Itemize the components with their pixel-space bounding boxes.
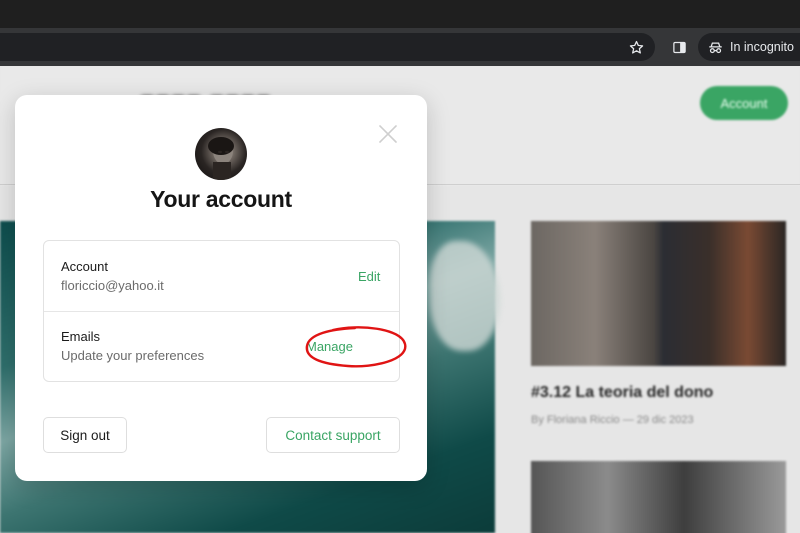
edit-account-link[interactable]: Edit xyxy=(358,269,380,284)
bookmark-star-icon[interactable] xyxy=(625,36,647,58)
account-modal: Your account Account floriccio@yahoo.it … xyxy=(15,95,427,481)
article-byline: By Floriana Riccio — 29 dic 2023 xyxy=(531,414,694,426)
article-title[interactable]: #3.12 La teoria del dono xyxy=(531,384,713,402)
account-email: floriccio@yahoo.it xyxy=(61,278,164,293)
article-thumbnail[interactable] xyxy=(531,221,786,366)
tab-strip xyxy=(0,0,800,28)
sign-out-button[interactable]: Sign out xyxy=(43,417,127,453)
emails-description: Update your preferences xyxy=(61,348,205,363)
article-thumbnail-2[interactable] xyxy=(531,461,786,533)
address-bar[interactable] xyxy=(0,33,655,61)
modal-title: Your account xyxy=(150,186,292,212)
row-divider xyxy=(44,311,399,312)
avatar xyxy=(195,128,247,180)
account-label: Account xyxy=(61,259,108,274)
incognito-icon xyxy=(709,42,722,53)
incognito-indicator[interactable]: In incognito xyxy=(698,33,800,61)
emails-label: Emails xyxy=(61,329,101,344)
contact-support-button[interactable]: Contact support xyxy=(266,417,400,453)
header-account-button[interactable]: Account xyxy=(700,86,788,120)
annotation-circle xyxy=(305,326,407,368)
close-icon[interactable] xyxy=(377,123,399,145)
side-panel-icon[interactable] xyxy=(668,36,690,58)
incognito-label: In incognito xyxy=(730,40,794,54)
